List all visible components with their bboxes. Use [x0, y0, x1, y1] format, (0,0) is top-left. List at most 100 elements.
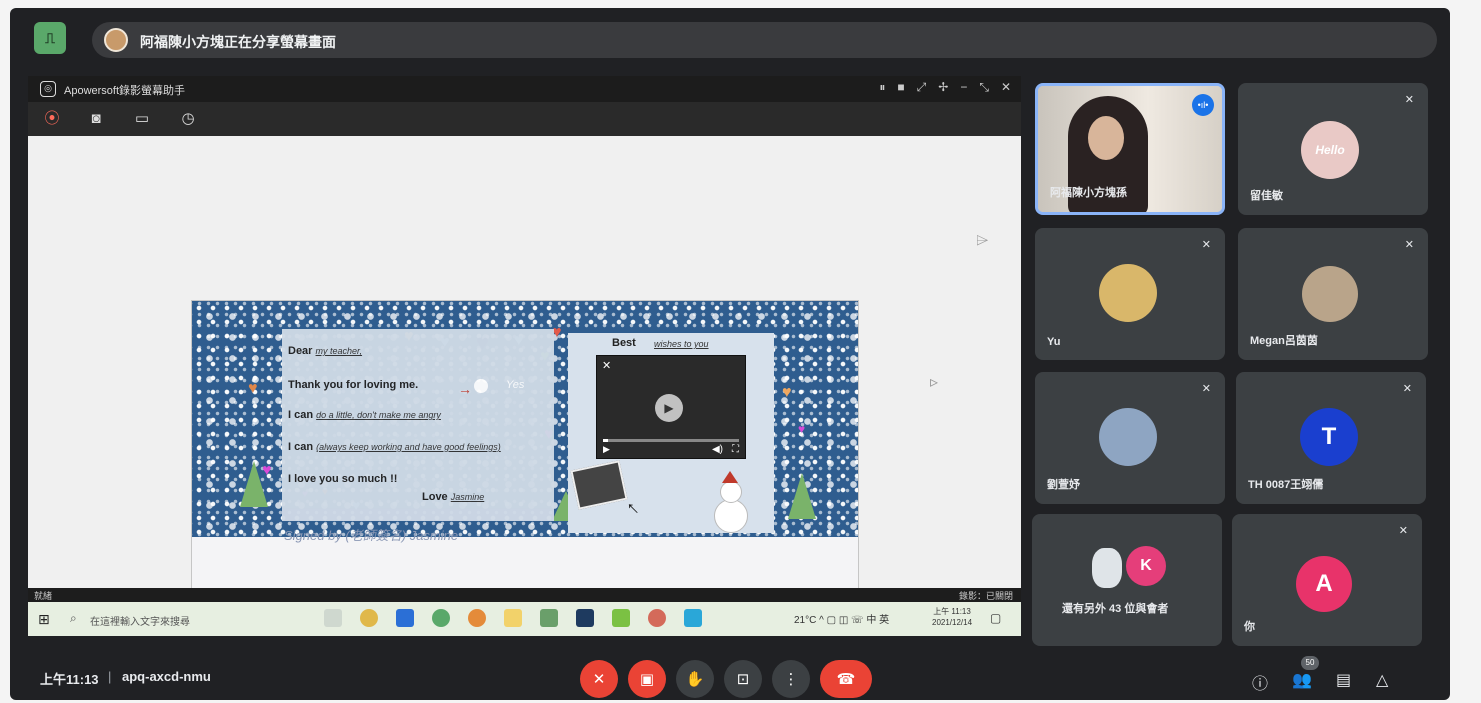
play-small-icon[interactable]: ▶ — [603, 444, 610, 455]
participant-name: 留佳敏 — [1250, 190, 1283, 202]
participant-tile[interactable]: T ✕ TH 0087王翊儒 — [1236, 372, 1426, 504]
windows-taskbar: ⊞ ⌕ 在這裡輸入文字來搜尋 21°C ^ ▢ ◫ ☏ 中 英 上午 11:13… — [28, 602, 1021, 636]
chat-icon[interactable]: ▤ — [1336, 670, 1351, 690]
folder-icon[interactable] — [504, 609, 522, 627]
status-right: 錄影：已關閉 — [958, 591, 1013, 601]
mic-off-icon[interactable]: ✕ — [580, 660, 618, 698]
windows-start-icon[interactable]: ⊞ — [38, 611, 50, 628]
more-participants-label: 還有另外 43 位與會者 — [1062, 603, 1169, 615]
raise-hand-icon[interactable]: ✋ — [676, 660, 714, 698]
hang-up-icon[interactable]: ☎ — [820, 660, 872, 698]
yes-tag: Yes — [506, 379, 525, 391]
folder-icon[interactable]: ▭ — [132, 109, 152, 129]
avatar: Hello — [1301, 121, 1359, 179]
pause-icon[interactable]: ⏸ — [879, 80, 885, 95]
app-icon[interactable] — [576, 609, 594, 627]
mic-off-icon: ✕ — [1402, 383, 1412, 395]
system-tray[interactable]: 21°C ^ ▢ ◫ ☏ 中 英 — [794, 611, 889, 626]
taskbar-search[interactable]: ⌕ 在這裡輸入文字來搜尋 — [64, 608, 284, 630]
recorder-logo-icon: ◎ — [40, 81, 56, 97]
cursor-icon: ▹ — [930, 374, 939, 391]
avatar — [1092, 548, 1122, 588]
participant-name: Megan呂茵茵 — [1250, 335, 1318, 347]
notification-icon[interactable]: ▢ — [990, 611, 1001, 625]
line-ican-1: I can do a little, don't make me angry — [288, 409, 441, 421]
close-icon[interactable]: ✕ — [1001, 80, 1011, 95]
search-placeholder: 在這裡輸入文字來搜尋 — [90, 617, 190, 628]
present-screen-icon[interactable]: ⊡ — [724, 660, 762, 698]
edit-icon[interactable]: ⤢ — [917, 80, 927, 95]
volume-icon[interactable]: ◀) — [712, 444, 723, 455]
heart-icon: ♥ — [782, 384, 792, 401]
app-icon[interactable] — [396, 609, 414, 627]
photo-thumbnail — [570, 460, 628, 510]
chrome-icon[interactable] — [432, 609, 450, 627]
participant-tile[interactable]: ✕ Yu — [1035, 228, 1225, 360]
signed-line: Signed by (老師簽名) Jasmine — [284, 528, 459, 543]
tree-right — [788, 473, 816, 519]
participant-tile-self[interactable]: A ✕ 你 — [1232, 514, 1422, 646]
record-icon[interactable]: ⦿ — [42, 109, 62, 129]
arrow-icon: ↑ — [621, 496, 644, 520]
heart-icon: ♥ — [262, 462, 272, 479]
app-icon[interactable] — [648, 609, 666, 627]
mic-off-icon: ✕ — [1201, 239, 1211, 251]
avatar — [1302, 266, 1358, 322]
chrome-icon[interactable] — [468, 609, 486, 627]
present-icon[interactable]: ⎍ — [34, 22, 66, 54]
participant-tile-speaking[interactable]: •ıl• 阿福陳小方塊孫 — [1035, 83, 1225, 215]
presenter-avatar — [104, 28, 128, 52]
mic-off-icon: ✕ — [1398, 525, 1408, 537]
activities-icon[interactable]: △ — [1376, 670, 1388, 690]
best-handwriting: wishes to you — [654, 339, 709, 349]
clock-icon[interactable]: ◷ — [178, 109, 198, 129]
info-icon[interactable]: ⓘ — [1252, 670, 1268, 694]
participant-tile[interactable]: ✕ Megan呂茵茵 — [1238, 228, 1428, 360]
app-icon[interactable] — [612, 609, 630, 627]
status-left: 就緒 — [34, 591, 53, 601]
fullscreen-icon[interactable]: ⛶ — [732, 444, 739, 455]
mic-off-icon: ✕ — [1201, 383, 1211, 395]
app-icon[interactable] — [540, 609, 558, 627]
presenting-pill[interactable]: 阿福陳小方塊正在分享螢幕畫面 — [92, 22, 1437, 58]
participant-name: 阿福陳小方塊孫 — [1050, 187, 1127, 199]
camera-off-icon[interactable]: ▣ — [628, 660, 666, 698]
people-icon[interactable]: 👥 — [1292, 670, 1312, 690]
app-icon[interactable] — [684, 609, 702, 627]
recorder-title: Apowersoft錄影螢幕助手 — [64, 85, 186, 97]
heart-icon: ♥ — [248, 380, 258, 397]
more-options-icon[interactable]: ⋮ — [772, 660, 810, 698]
snow-ground — [192, 537, 858, 589]
bottom-control-bar: 上午11:13 | apq-axcd-nmu ✕ ▣ ✋ ⊡ ⋮ ☎ ⓘ 👥 5… — [10, 648, 1450, 700]
mic-off-icon: ✕ — [1404, 94, 1414, 106]
restore-icon[interactable]: ⤡ — [979, 80, 989, 95]
task-view-icon[interactable] — [324, 609, 342, 627]
line-thanks: Thank you for loving me. — [288, 379, 419, 391]
recorder-titlebar: ◎ Apowersoft錄影螢幕助手 ⏸ ■ ⤢ ✢ − ⤡ ✕ — [28, 76, 1021, 102]
play-icon[interactable]: ▶ — [655, 394, 683, 422]
shared-canvas: ⌲ ▹ ♥ ♥ ♥ ♥ ♥ ♥ ♥ ♥ ♥ ♥ ♥ ♥ ♥ — [28, 136, 1021, 590]
chrome-icon[interactable] — [360, 609, 378, 627]
avatar: A — [1296, 556, 1352, 612]
minimize-icon[interactable]: − — [960, 80, 967, 95]
participant-name: TH 0087王翊儒 — [1248, 479, 1324, 491]
participant-tile[interactable]: ✕ 劉萱妤 — [1035, 372, 1225, 504]
close-icon[interactable]: ✕ — [602, 359, 611, 372]
recorder-toolbar: ⦿ ◙ ▭ ◷ — [28, 102, 1021, 136]
meeting-code: apq-axcd-nmu — [122, 669, 211, 684]
taskbar-clock[interactable]: 上午 11:13 2021/12/14 — [932, 606, 972, 628]
line-ican-2: I can (always keep working and have good… — [288, 441, 501, 453]
snowman — [712, 471, 752, 533]
recorder-statusbar: 就緒 錄影：已關閉 — [28, 588, 1021, 602]
shared-screen: ◎ Apowersoft錄影螢幕助手 ⏸ ■ ⤢ ✢ − ⤡ ✕ ⦿ ◙ ▭ ◷… — [28, 76, 1021, 636]
video-progress[interactable] — [603, 439, 739, 442]
video-player[interactable]: ✕ ▶ ▶ ◀) ⛶ — [596, 355, 746, 459]
move-icon[interactable]: ✢ — [938, 80, 948, 95]
participant-tile[interactable]: Hello ✕ 留佳敏 — [1238, 83, 1428, 215]
speaking-indicator-icon: •ıl• — [1192, 94, 1214, 116]
camera-icon[interactable]: ◙ — [86, 109, 106, 129]
line-dear: Dear my teacher, — [288, 345, 363, 357]
stop-icon[interactable]: ■ — [897, 80, 904, 95]
best-label: Best — [612, 337, 636, 349]
more-participants-tile[interactable]: K 還有另外 43 位與會者 — [1032, 514, 1222, 646]
